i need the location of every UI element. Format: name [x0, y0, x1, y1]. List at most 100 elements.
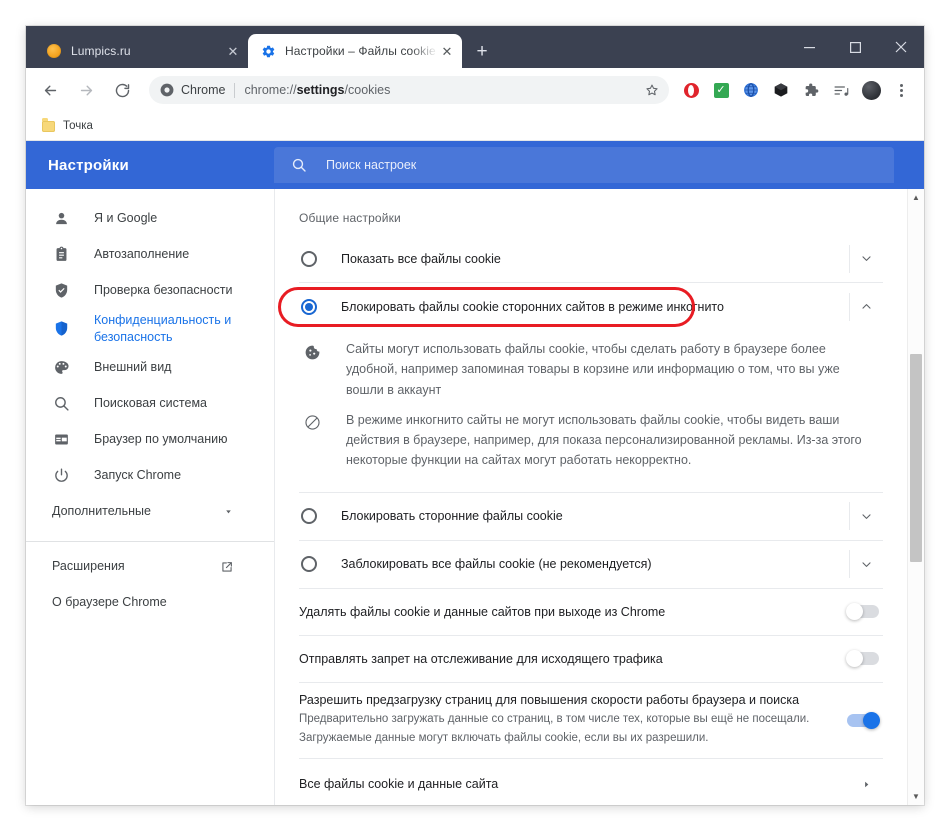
new-tab-button[interactable]: +: [468, 37, 496, 65]
scroll-down-arrow[interactable]: ▼: [908, 788, 924, 805]
media-list-icon[interactable]: [828, 77, 854, 103]
radio-option-block-third-party-incognito[interactable]: Блокировать файлы cookie сторонних сайто…: [299, 283, 839, 330]
description-item: В режиме инкогнито сайты не могут исполь…: [299, 405, 883, 476]
green-check-extension-icon[interactable]: ✓: [708, 77, 734, 103]
radio-button[interactable]: [301, 250, 317, 267]
sidebar-item-startup[interactable]: Запуск Chrome: [26, 458, 260, 494]
page-title: Настройки: [48, 156, 129, 174]
link-row-label: Все файлы cookie и данные сайта: [299, 777, 499, 791]
toggle-switch[interactable]: [846, 603, 879, 620]
toggle-row-do-not-track[interactable]: Отправлять запрет на отслеживание для ис…: [299, 634, 883, 682]
url-suffix: /cookies: [344, 83, 391, 97]
sidebar-item-about-chrome[interactable]: О браузере Chrome: [26, 585, 260, 621]
radio-button[interactable]: [301, 508, 317, 524]
link-row-all-cookies[interactable]: Все файлы cookie и данные сайта: [299, 757, 883, 806]
opera-extension-icon[interactable]: [678, 77, 704, 103]
close-button[interactable]: [878, 26, 924, 68]
search-placeholder: Поиск настроек: [326, 158, 417, 172]
chevron-up-icon[interactable]: [849, 292, 883, 321]
vertical-scrollbar[interactable]: ▲ ▼: [907, 189, 924, 805]
url-prefix: chrome://: [244, 83, 297, 97]
toggle-title: Разрешить предзагрузку страниц для повыш…: [299, 692, 800, 707]
block-circle-icon: [302, 413, 322, 433]
chevron-down-icon[interactable]: [849, 550, 883, 578]
toggle-sublabel: Предварительно загружать данные со стран…: [299, 712, 810, 744]
sidebar-item-search-engine[interactable]: Поисковая система: [26, 386, 260, 422]
sidebar-item-label: О браузере Chrome: [52, 595, 167, 610]
radio-label: Заблокировать все файлы cookie (не реком…: [341, 557, 652, 571]
sidebar-item-autofill[interactable]: Автозаполнение: [26, 236, 260, 272]
toggle-label: Удалять файлы cookie и данные сайтов при…: [299, 604, 666, 619]
profile-avatar[interactable]: [858, 77, 884, 103]
sidebar-item-you-and-google[interactable]: Я и Google: [26, 200, 260, 236]
description-item: Сайты могут использовать файлы cookie, ч…: [299, 334, 883, 405]
bookmark-star-icon[interactable]: [641, 79, 663, 101]
cookie-option-row[interactable]: Блокировать сторонние файлы cookie: [299, 491, 883, 540]
sidebar-item-privacy-and-security[interactable]: Конфиденциальность и безопасность: [26, 308, 260, 350]
chevron-down-icon: [223, 506, 234, 517]
window-controls: [786, 26, 924, 68]
sidebar-item-extensions[interactable]: Расширения: [26, 549, 260, 585]
settings-sidebar: Я и Google Автозаполнение Проверка безоп…: [26, 189, 274, 805]
settings-page: Настройки Поиск настроек Я и Google Авто…: [26, 141, 924, 805]
chevron-right-icon[interactable]: [849, 779, 883, 790]
maximize-button[interactable]: [832, 26, 878, 68]
scroll-up-arrow[interactable]: ▲: [908, 189, 924, 206]
sidebar-item-label: Дополнительные: [52, 504, 151, 519]
toggle-row-clear-on-exit[interactable]: Удалять файлы cookie и данные сайтов при…: [299, 587, 883, 635]
reload-icon[interactable]: [107, 75, 137, 105]
omnibox-scheme-label: Chrome: [181, 83, 226, 97]
omnibox-divider: [234, 82, 236, 98]
scrollbar-thumb[interactable]: [910, 354, 922, 562]
black-cube-extension-icon[interactable]: [768, 77, 794, 103]
tab-settings[interactable]: Настройки – Файлы cookie и др ✕: [248, 34, 462, 68]
tab-close-icon[interactable]: ✕: [224, 42, 242, 60]
bookmark-label: Точка: [63, 120, 93, 132]
tab-lumpics[interactable]: Lumpics.ru ✕: [34, 34, 248, 68]
sidebar-item-appearance[interactable]: Внешний вид: [26, 350, 260, 386]
sidebar-item-label: Я и Google: [94, 210, 158, 225]
tab-close-icon[interactable]: ✕: [438, 42, 456, 60]
blue-globe-extension-icon[interactable]: [738, 77, 764, 103]
cookies-settings-card: Общие настройки Показать все файлы cooki…: [275, 189, 907, 805]
sidebar-item-advanced[interactable]: Дополнительные: [26, 494, 260, 530]
settings-header: Настройки Поиск настроек: [26, 141, 924, 189]
cookie-option-row[interactable]: Заблокировать все файлы cookie (не реком…: [299, 539, 883, 588]
sidebar-item-label: Расширения: [52, 559, 125, 574]
cookie-option-row[interactable]: Показать все файлы cookie: [299, 235, 883, 282]
toggle-switch[interactable]: [846, 650, 879, 667]
person-icon: [52, 209, 71, 228]
puzzle-extensions-icon[interactable]: [798, 77, 824, 103]
radio-button[interactable]: [301, 298, 317, 315]
page-root: Lumpics.ru ✕ Настройки – Файлы cookie и …: [0, 0, 950, 831]
radio-button[interactable]: [301, 556, 317, 572]
settings-content-wrap: Общие настройки Показать все файлы cooki…: [274, 189, 924, 805]
cookie-option-row-selected[interactable]: Блокировать файлы cookie сторонних сайто…: [299, 282, 883, 330]
chevron-down-icon[interactable]: [849, 244, 883, 273]
radio-option-block-third-party[interactable]: Блокировать сторонние файлы cookie: [299, 493, 839, 540]
radio-option-block-all[interactable]: Заблокировать все файлы cookie (не реком…: [299, 541, 839, 588]
toggle-row-preload[interactable]: Разрешить предзагрузку страниц для повыш…: [299, 681, 883, 758]
description-text: Сайты могут использовать файлы cookie, ч…: [346, 342, 840, 397]
radio-option-show-all[interactable]: Показать все файлы cookie: [299, 235, 839, 282]
tab-title: Настройки – Файлы cookie и др: [285, 44, 438, 58]
omnibox-url: chrome://settings/cookies: [244, 83, 641, 97]
browser-menu-icon[interactable]: [888, 77, 914, 103]
section-title: Общие настройки: [299, 211, 401, 225]
sidebar-item-safety-check[interactable]: Проверка безопасности: [26, 272, 260, 308]
shield-privacy-icon: [52, 319, 71, 338]
forward-icon[interactable]: [71, 75, 101, 105]
back-icon[interactable]: [35, 75, 65, 105]
radio-label: Блокировать сторонние файлы cookie: [341, 509, 563, 523]
tab-strip: Lumpics.ru ✕ Настройки – Файлы cookie и …: [26, 26, 924, 68]
chevron-down-icon[interactable]: [849, 502, 883, 530]
toggle-switch[interactable]: [847, 711, 880, 729]
search-input[interactable]: Поиск настроек: [274, 147, 894, 183]
sidebar-item-default-browser[interactable]: Браузер по умолчанию: [26, 422, 260, 458]
address-bar[interactable]: Chrome chrome://settings/cookies: [149, 76, 669, 104]
minimize-button[interactable]: [786, 26, 832, 68]
description-text: В режиме инкогнито сайты не могут исполь…: [346, 412, 862, 468]
bookmark-item[interactable]: Точка: [39, 115, 100, 137]
expanded-description: Сайты могут использовать файлы cookie, ч…: [299, 330, 883, 492]
radio-label: Блокировать файлы cookie сторонних сайто…: [341, 299, 724, 314]
